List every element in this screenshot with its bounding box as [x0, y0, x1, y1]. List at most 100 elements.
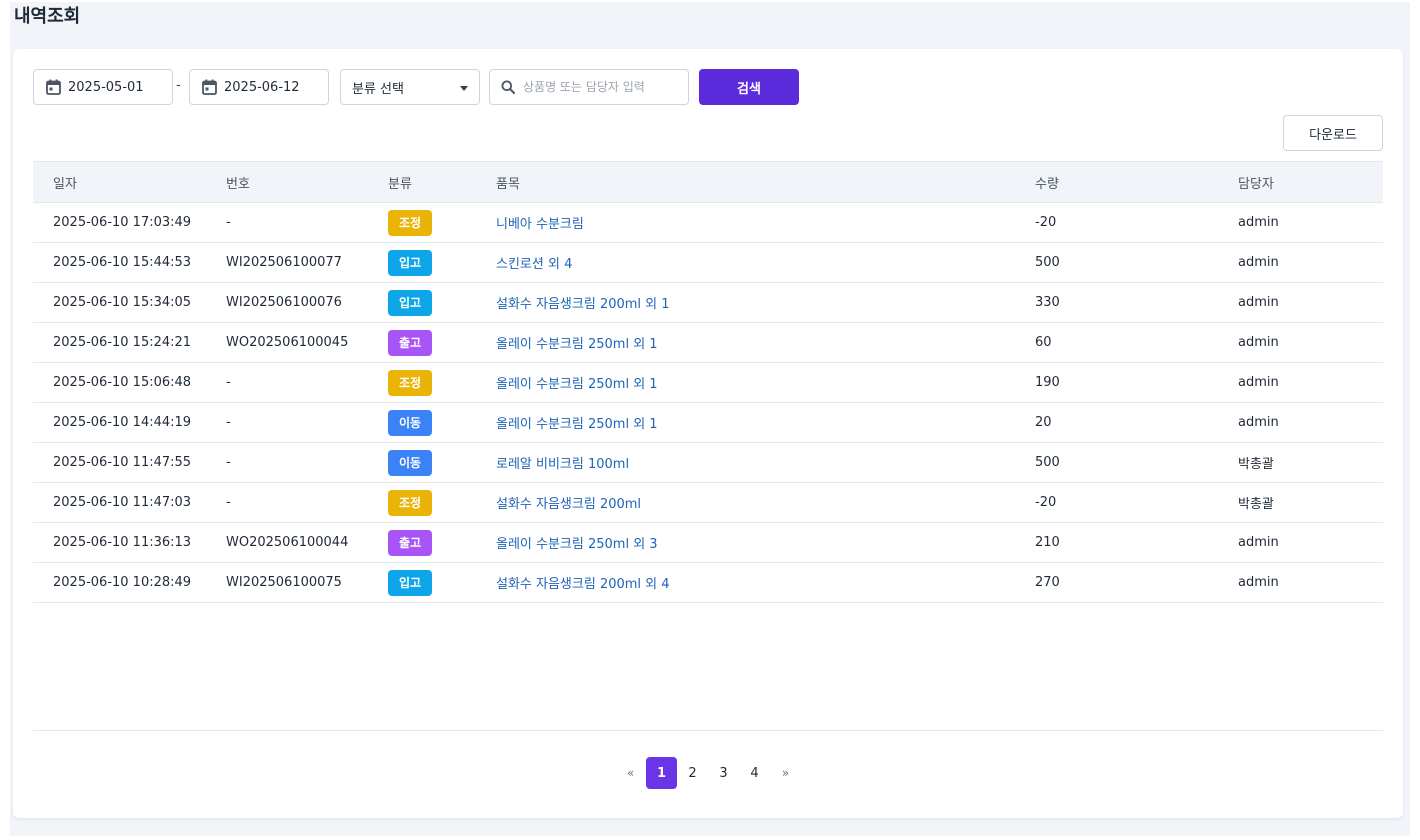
- cell-item: 올레이 수분크림 250ml 외 3: [496, 522, 1035, 563]
- cell-category: 출고: [388, 322, 496, 363]
- search-input[interactable]: [523, 80, 673, 94]
- history-table: 일자 번호 분류 품목 수량 담당자 2025-06-10 17:03:49 - 조…: [33, 161, 1383, 603]
- table-row[interactable]: 2025-06-10 15:44:53 WI202506100077 입고 스킨로션 …: [33, 242, 1383, 283]
- category-badge: 입고: [388, 289, 432, 316]
- cell-number-text: -: [226, 375, 231, 390]
- category-badge: 이동: [388, 449, 432, 476]
- cell-date: 2025-06-10 11:36:13: [33, 522, 226, 563]
- cell-manager: admin: [1238, 322, 1383, 363]
- download-button[interactable]: 다운로드: [1283, 115, 1383, 151]
- pagination-prev[interactable]: «: [615, 757, 646, 789]
- pagination-page[interactable]: 4: [739, 757, 770, 789]
- cell-date: 2025-06-10 15:44:53: [33, 242, 226, 283]
- item-link[interactable]: 올레이 수분크림 250ml 외 1: [496, 417, 658, 432]
- cell-quantity-text: 190: [1035, 375, 1060, 390]
- cell-category: 조정: [388, 202, 496, 243]
- search-icon: [501, 80, 515, 94]
- table-row[interactable]: 2025-06-10 15:24:21 WO202506100045 출고 올레이 수…: [33, 322, 1383, 363]
- search-field[interactable]: [489, 69, 689, 105]
- cell-date: 2025-06-10 14:44:19: [33, 402, 226, 443]
- cell-date-text: 2025-06-10 15:44:53: [53, 255, 192, 270]
- category-badge: 조정: [388, 369, 432, 396]
- cell-category: 이동: [388, 402, 496, 443]
- item-link[interactable]: 설화수 자음생크림 200ml 외 4: [496, 577, 670, 592]
- cell-manager: admin: [1238, 362, 1383, 403]
- header-number: 번호: [226, 161, 388, 203]
- item-link[interactable]: 로레알 비비크림 100ml: [496, 457, 629, 472]
- cell-quantity-text: 20: [1035, 415, 1052, 430]
- cell-number-text: -: [226, 495, 231, 510]
- category-select[interactable]: 분류 선택: [340, 69, 480, 105]
- cell-date-text: 2025-06-10 15:06:48: [53, 375, 192, 390]
- table-row[interactable]: 2025-06-10 15:06:48 - 조정 올레이 수분크림 250ml 외 1…: [33, 362, 1383, 403]
- header-manager: 담당자: [1238, 161, 1383, 203]
- cell-quantity-text: 500: [1035, 455, 1060, 470]
- category-badge: 이동: [388, 409, 432, 436]
- cell-number: WI202506100077: [226, 242, 388, 283]
- pagination-next[interactable]: »: [770, 757, 801, 789]
- cell-quantity: 210: [1035, 522, 1238, 563]
- cell-category: 조정: [388, 482, 496, 523]
- cell-quantity: -20: [1035, 202, 1238, 243]
- cell-date: 2025-06-10 11:47:55: [33, 442, 226, 483]
- cell-date-text: 2025-06-10 15:34:05: [53, 295, 192, 310]
- table-row[interactable]: 2025-06-10 11:47:55 - 이동 로레알 비비크림 100ml 500 박…: [33, 442, 1383, 483]
- cell-item: 설화수 자음생크림 200ml 외 1: [496, 282, 1035, 323]
- cell-item: 올레이 수분크림 250ml 외 1: [496, 322, 1035, 363]
- cell-manager-text: admin: [1238, 215, 1279, 230]
- table-row[interactable]: 2025-06-10 14:44:19 - 이동 올레이 수분크림 250ml 외 1…: [33, 402, 1383, 443]
- cell-date: 2025-06-10 15:24:21: [33, 322, 226, 363]
- start-date-value: 2025-05-01: [68, 79, 144, 95]
- category-badge: 조정: [388, 489, 432, 516]
- filter-bar: 2025-05-01 - 2025-06-12 분류 선택 검색: [33, 69, 833, 105]
- item-link[interactable]: 설화수 자음생크림 200ml 외 1: [496, 297, 670, 312]
- header-item: 품목: [496, 161, 1035, 203]
- date-range-separator: -: [176, 78, 181, 93]
- cell-date: 2025-06-10 15:34:05: [33, 282, 226, 323]
- cell-quantity: 500: [1035, 442, 1238, 483]
- item-link[interactable]: 올레이 수분크림 250ml 외 1: [496, 377, 658, 392]
- table-row[interactable]: 2025-06-10 11:47:03 - 조정 설화수 자음생크림 200ml -20…: [33, 482, 1383, 523]
- item-link[interactable]: 니베아 수분크림: [496, 217, 584, 232]
- table-row[interactable]: 2025-06-10 10:28:49 WI202506100075 입고 설화수 자…: [33, 562, 1383, 603]
- cell-manager-text: admin: [1238, 295, 1279, 310]
- end-date-field[interactable]: 2025-06-12: [189, 69, 329, 105]
- cell-date-text: 2025-06-10 11:47:55: [53, 455, 192, 470]
- cell-category: 입고: [388, 562, 496, 603]
- cell-quantity-text: 270: [1035, 575, 1060, 590]
- table-row[interactable]: 2025-06-10 11:36:13 WO202506100044 출고 올레이 수…: [33, 522, 1383, 563]
- cell-manager: admin: [1238, 242, 1383, 283]
- cell-manager-text: 박총괄: [1238, 497, 1274, 512]
- cell-item: 스킨로션 외 4: [496, 242, 1035, 283]
- item-link[interactable]: 올레이 수분크림 250ml 외 3: [496, 537, 658, 552]
- table-row[interactable]: 2025-06-10 15:34:05 WI202506100076 입고 설화수 자…: [33, 282, 1383, 323]
- pagination-page-current[interactable]: 1: [646, 757, 677, 789]
- cell-number-text: WO202506100044: [226, 535, 349, 550]
- cell-item: 설화수 자음생크림 200ml: [496, 482, 1035, 523]
- chevron-down-icon: [460, 86, 468, 91]
- cell-date-text: 2025-06-10 14:44:19: [53, 415, 192, 430]
- cell-number-text: WI202506100076: [226, 295, 342, 310]
- cell-manager-text: admin: [1238, 375, 1279, 390]
- item-link[interactable]: 설화수 자음생크림 200ml: [496, 497, 641, 512]
- cell-number-text: WO202506100045: [226, 335, 349, 350]
- cell-quantity: -20: [1035, 482, 1238, 523]
- cell-quantity-text: -20: [1035, 495, 1057, 510]
- category-select-value: 분류 선택: [352, 81, 404, 97]
- cell-date-text: 2025-06-10 11:47:03: [53, 495, 192, 510]
- cell-number: -: [226, 362, 388, 403]
- cell-manager: admin: [1238, 402, 1383, 443]
- pagination-page[interactable]: 2: [677, 757, 708, 789]
- item-link[interactable]: 스킨로션 외 4: [496, 257, 572, 272]
- cell-manager-text: admin: [1238, 255, 1279, 270]
- item-link[interactable]: 올레이 수분크림 250ml 외 1: [496, 337, 658, 352]
- search-button[interactable]: 검색: [699, 69, 799, 105]
- cell-category: 출고: [388, 522, 496, 563]
- cell-number: WO202506100044: [226, 522, 388, 563]
- start-date-field[interactable]: 2025-05-01: [33, 69, 173, 105]
- table-row[interactable]: 2025-06-10 17:03:49 - 조정 니베아 수분크림 -20 admin: [33, 202, 1383, 243]
- cell-quantity: 500: [1035, 242, 1238, 283]
- pagination-page[interactable]: 3: [708, 757, 739, 789]
- cell-number-text: WI202506100075: [226, 575, 342, 590]
- header-quantity: 수량: [1035, 161, 1238, 203]
